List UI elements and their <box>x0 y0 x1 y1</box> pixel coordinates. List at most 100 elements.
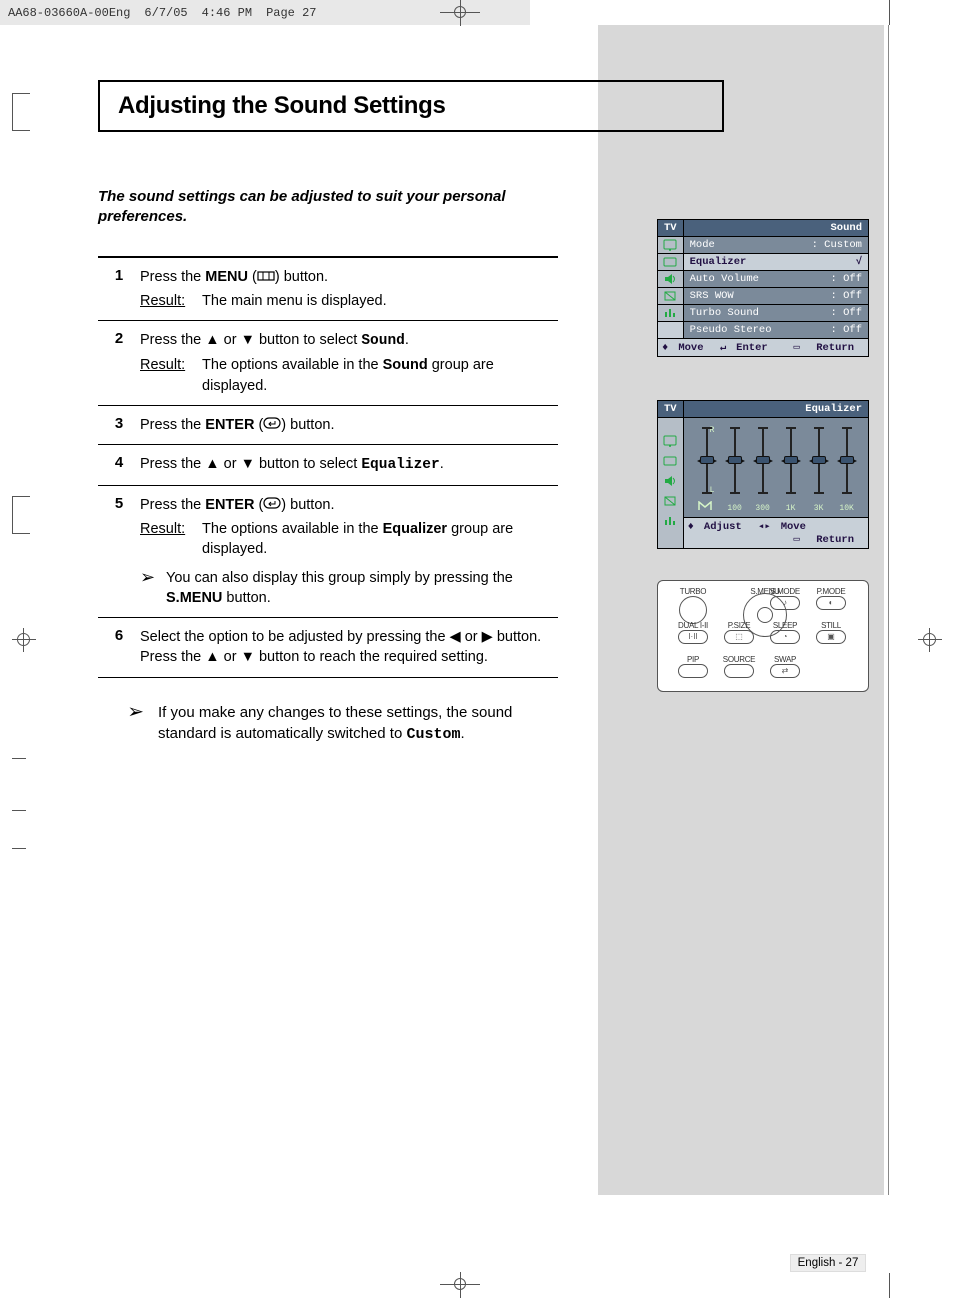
step-number: 3 <box>98 415 140 435</box>
remote-btn-still: STILL▣ <box>814 621 848 649</box>
eq-slider <box>814 424 824 497</box>
job-time: 4:46 PM <box>202 6 252 20</box>
return-icon: ▭ <box>794 342 800 354</box>
page-title: Adjusting the Sound Settings <box>98 80 724 132</box>
remote-turbo-button <box>679 596 707 624</box>
osd-menu-item: Auto Volume: Off <box>683 271 868 288</box>
eq-band-label: 300 <box>751 504 775 513</box>
eq-slider <box>786 424 796 497</box>
osd-side-icon <box>658 237 684 254</box>
osd-header-tv: TV <box>658 401 683 417</box>
registration-mark <box>440 0 480 26</box>
osd-footer: ♦Move ↵Enter ▭ Return <box>658 339 869 357</box>
step-body: Press the ENTER () button.Result: The op… <box>140 495 558 609</box>
eq-slider <box>730 424 740 497</box>
down-icon: ▼ <box>241 454 255 474</box>
result-label: Result: <box>140 355 198 375</box>
job-date: 6/7/05 <box>144 6 187 20</box>
up-icon: ▲ <box>205 330 219 350</box>
osd-side-icon <box>658 288 684 305</box>
remote-nav-enter <box>757 607 773 623</box>
job-page: Page 27 <box>266 6 316 20</box>
osd-equalizer-menu: TV Equalizer R L 1003001K3K10K ♦Adjust ◂… <box>657 400 869 549</box>
updown-icon: ♦ <box>662 342 668 354</box>
osd-menu-item: SRS WOW: Off <box>683 288 868 305</box>
result-label: Result: <box>140 291 198 311</box>
step-5: 5Press the ENTER () button.Result: The o… <box>98 486 558 619</box>
result-text: The options available in the Equalizer g… <box>202 519 522 560</box>
updown-icon: ♦ <box>688 521 694 533</box>
result-label: Result: <box>140 519 198 539</box>
job-id: AA68-03660A-00Eng <box>8 6 130 20</box>
enter-icon <box>263 495 281 515</box>
osd-side-icon <box>658 254 684 271</box>
footnote-text: If you make any changes to these setting… <box>158 702 558 745</box>
step-number: 5 <box>98 495 140 609</box>
leftright-icon: ◂▸ <box>758 521 771 533</box>
remote-button: ▣ <box>816 630 846 644</box>
enter-icon: ↵ <box>720 342 726 354</box>
down-icon: ▼ <box>241 647 255 667</box>
remote-btn-pmode: P.MODE◐ <box>814 587 848 615</box>
osd-side-icon <box>658 305 684 322</box>
osd-header-title: Equalizer <box>799 401 868 417</box>
arrow-right-icon: √ <box>856 256 862 268</box>
eq-band-label: 100 <box>723 504 747 513</box>
osd-footer: ♦Adjust ◂▸Move ▭ Return <box>683 518 868 549</box>
osd-menu-item: Mode: Custom <box>683 237 868 254</box>
remote-button <box>724 664 754 678</box>
balance-icon <box>698 501 712 511</box>
crop-mark <box>889 1273 890 1298</box>
remote-control-diagram: TURBOS.MODE♪P.MODE◐DUAL I-III·IIP.SIZE⬚S… <box>657 580 869 692</box>
remote-btn-swap: SWAP⇄ <box>768 655 802 683</box>
step-body: Select the option to be adjusted by pres… <box>140 627 558 668</box>
remote-btn-pip: PIP <box>676 655 710 683</box>
result-text: The options available in the Sound group… <box>202 355 522 396</box>
osd-menu-item: Pseudo Stereo: Off <box>683 322 868 339</box>
osd-header-title: Sound <box>824 220 868 236</box>
footnote: ➢ If you make any changes to these setti… <box>98 702 558 745</box>
up-icon: ▲ <box>205 454 219 474</box>
crop-mark <box>12 810 26 811</box>
eq-slider <box>702 424 712 497</box>
down-icon: ▼ <box>241 330 255 350</box>
step-1: 1Press the MENU () button.Result: The ma… <box>98 258 558 322</box>
osd-sound-menu: TV Sound Mode: CustomEqualizer√Auto Volu… <box>657 219 869 357</box>
remote-btn-dualiii: DUAL I-III·II <box>676 621 710 649</box>
step-number: 1 <box>98 267 140 312</box>
step-number: 6 <box>98 627 140 668</box>
osd-side-blank <box>658 322 684 339</box>
remote-nav-pad: S.MENU <box>734 587 796 637</box>
osd-side-icon <box>658 271 684 288</box>
eq-slider <box>758 424 768 497</box>
step-6: 6Select the option to be adjusted by pre… <box>98 618 558 678</box>
registration-mark <box>918 628 942 652</box>
eq-band-label: 10K <box>835 504 859 513</box>
crop-mark <box>888 25 889 1195</box>
registration-mark <box>12 628 36 652</box>
right-icon: ▶ <box>482 627 493 647</box>
note-arrow-icon: ➢ <box>140 568 166 586</box>
note-text: You can also display this group simply b… <box>166 568 558 609</box>
step-body: Press the MENU () button.Result: The mai… <box>140 267 558 312</box>
osd-header-tv: TV <box>658 220 683 236</box>
steps-list: 1Press the MENU () button.Result: The ma… <box>98 256 558 678</box>
eq-slider <box>842 424 852 497</box>
remote-button: I·II <box>678 630 708 644</box>
remote-btn-source: SOURCE <box>722 655 756 683</box>
equalizer-chart: R L 1003001K3K10K <box>683 418 868 518</box>
osd-menu-item: Turbo Sound: Off <box>683 305 868 322</box>
remote-button <box>678 664 708 678</box>
step-body: Press the ▲ or ▼ button to select Sound.… <box>140 330 558 396</box>
remote-button: ⇄ <box>770 664 800 678</box>
step-number: 4 <box>98 454 140 475</box>
remote-button: ◐ <box>816 596 846 610</box>
enter-icon <box>263 415 281 435</box>
page-number: English - 27 <box>790 1254 866 1272</box>
osd-sidebar <box>658 418 684 549</box>
eq-band-label: 1K <box>779 504 803 513</box>
eq-band-label: 3K <box>807 504 831 513</box>
left-icon: ◀ <box>450 627 461 647</box>
crop-mark <box>12 496 30 534</box>
crop-mark <box>12 848 26 849</box>
